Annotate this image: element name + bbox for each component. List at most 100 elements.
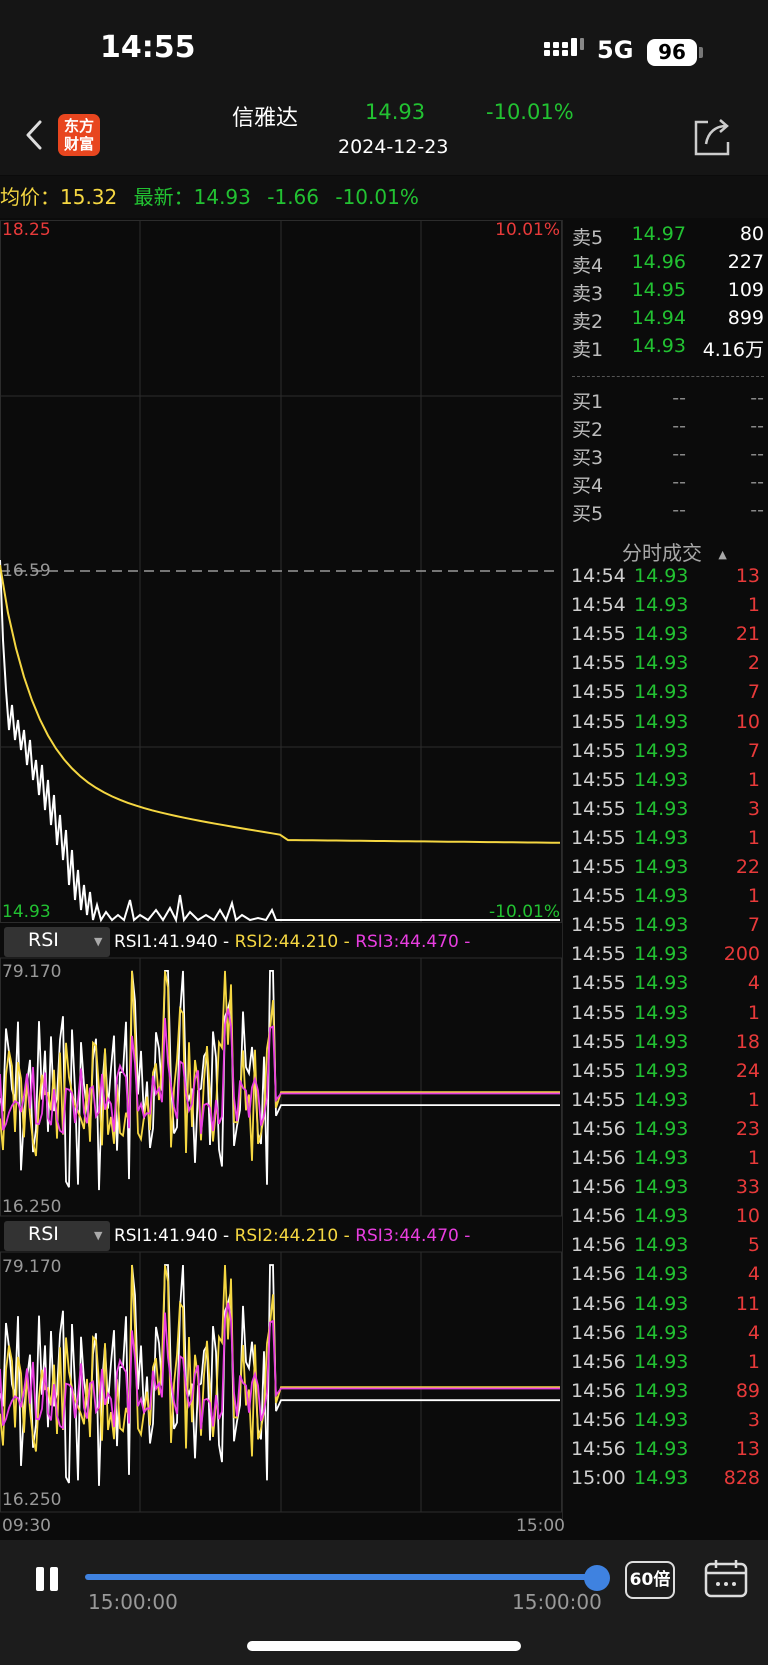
trade-row: 14:55 14.93 21 [566, 623, 762, 653]
cellular-signal-icon [544, 38, 584, 56]
level-price: 14.94 [631, 307, 686, 329]
level-volume: 4.16万 [702, 339, 764, 361]
battery-tip [699, 47, 703, 58]
stock-change-pct: -10.01% [486, 100, 574, 124]
trade-row: 14:56 14.93 3 [566, 1409, 762, 1439]
trade-time: 14:55 [571, 1059, 626, 1082]
caret-down-icon: ▼ [94, 935, 103, 948]
level-price: 14.95 [631, 279, 686, 301]
trade-volume: 7 [747, 681, 760, 704]
trade-time: 14:56 [571, 1438, 626, 1460]
rsi3-value: RSI3:44.470 - [355, 932, 471, 952]
rsi3-line [0, 1008, 560, 1135]
trade-row: 14:55 14.93 7 [566, 740, 762, 770]
rsi-legend: RSI1:41.940 - RSI2:44.210 - RSI3:44.470 … [114, 932, 470, 952]
playback-progress-knob[interactable] [584, 1565, 610, 1591]
playback-speed-button[interactable]: 60倍 [625, 1561, 675, 1599]
level-label: 买2 [572, 419, 604, 441]
trade-row: 14:56 14.93 4 [566, 1263, 762, 1293]
prev-close-label: 16.59 [2, 561, 51, 581]
trade-row: 14:56 14.93 10 [566, 1205, 762, 1235]
calendar-icon[interactable] [704, 1558, 748, 1598]
trade-price: 14.93 [634, 826, 689, 849]
level-volume: 899 [727, 307, 764, 329]
level-price: -- [672, 443, 686, 465]
trade-price: 14.93 [634, 1147, 689, 1169]
trade-price: 14.93 [634, 885, 689, 908]
trade-volume: 4 [747, 1263, 760, 1286]
time-axis-end: 15:00 [516, 1516, 565, 1536]
level-price: -- [672, 387, 686, 409]
trade-volume: 13 [735, 565, 760, 587]
rsi-indicator-selector[interactable]: RSI ▼ [4, 1221, 110, 1251]
level-label: 买4 [572, 475, 604, 497]
trade-row: 14:55 14.93 7 [566, 914, 762, 944]
trade-price: 14.93 [634, 1438, 689, 1460]
trade-row: 14:56 14.93 4 [566, 1322, 762, 1352]
stock-price: 14.93 [365, 100, 426, 124]
trade-volume: 1 [747, 1350, 760, 1373]
ask-level-row: 卖5 14.97 80 [564, 223, 764, 251]
trade-volume: 11 [735, 1292, 760, 1315]
trade-volume: 1 [747, 885, 760, 908]
trade-price: 14.93 [634, 1321, 689, 1344]
rsi-indicator-selector[interactable]: RSI ▼ [4, 927, 110, 957]
rsi2-line [0, 1264, 560, 1457]
trade-volume: 1 [747, 1001, 760, 1024]
trade-row: 14:55 14.93 2 [566, 652, 762, 682]
trade-price: 14.93 [634, 1176, 689, 1199]
rsi-axis-bottom: 16.250 [2, 1197, 62, 1217]
ask-level-row: 卖3 14.95 109 [564, 279, 764, 307]
rsi-axis-bottom: 16.250 [2, 1490, 62, 1510]
trade-row: 14:54 14.93 1 [566, 594, 762, 624]
logo-line-1: 东方 [63, 117, 94, 135]
back-chevron-icon[interactable] [22, 118, 46, 152]
status-time: 14:55 [100, 30, 196, 65]
trade-price: 14.93 [634, 1088, 689, 1111]
time-axis-start: 09:30 [2, 1516, 51, 1536]
trade-price: 14.93 [634, 565, 689, 587]
share-icon[interactable] [692, 116, 734, 158]
trade-time: 14:55 [571, 623, 626, 646]
trade-row: 14:55 14.93 1 [566, 1002, 762, 1032]
trade-time: 14:56 [571, 1408, 626, 1431]
trade-row: 14:55 14.93 4 [566, 972, 762, 1002]
trade-row: 14:56 14.93 5 [566, 1234, 762, 1264]
rsi-axis-top: 79.170 [2, 1257, 62, 1277]
level-label: 卖5 [572, 227, 604, 249]
trade-price: 14.93 [634, 1350, 689, 1373]
intraday-chart-area[interactable] [0, 220, 562, 1520]
trade-volume: 1 [747, 826, 760, 849]
trade-volume: 10 [735, 710, 760, 733]
trade-volume: 5 [747, 1234, 760, 1257]
trade-volume: 24 [735, 1059, 760, 1082]
trade-time: 14:56 [571, 1292, 626, 1315]
level-label: 卖2 [572, 311, 604, 333]
level-label: 卖3 [572, 283, 604, 305]
trade-time: 14:54 [571, 565, 626, 587]
pct-axis-bottom: -10.01% [489, 902, 560, 922]
trade-row: 14:55 14.93 200 [566, 943, 762, 973]
pause-icon[interactable] [34, 1565, 60, 1593]
trade-time: 14:55 [571, 710, 626, 733]
rsi2-value: RSI2:44.210 - [234, 1226, 350, 1246]
trade-time: 14:56 [571, 1263, 626, 1286]
rsi2-value: RSI2:44.210 - [234, 932, 350, 952]
bid-level-row: 买4 -- -- [564, 471, 764, 499]
trade-volume: 2 [747, 652, 760, 675]
trade-row: 14:55 14.93 3 [566, 798, 762, 828]
trade-time: 14:55 [571, 768, 626, 791]
avg-price-line [0, 564, 561, 844]
trade-time: 14:55 [571, 681, 626, 704]
bid-level-row: 买5 -- -- [564, 499, 764, 527]
playback-progress-track[interactable] [85, 1574, 597, 1580]
trade-time: 14:55 [571, 797, 626, 820]
trade-time: 14:56 [571, 1321, 626, 1344]
trade-price: 14.93 [634, 797, 689, 820]
trade-volume: 89 [735, 1379, 760, 1402]
battery-icon: 96 [647, 39, 697, 66]
network-type: 5G [597, 36, 634, 64]
latest-change-pct: -10.01% [335, 185, 419, 209]
trades-title[interactable]: 分时成交 ▲ [622, 537, 727, 566]
rsi1-line [0, 970, 560, 1191]
